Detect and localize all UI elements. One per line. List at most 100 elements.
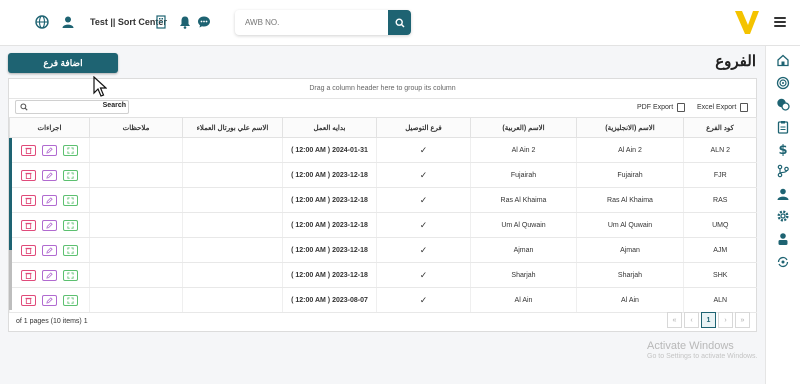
first-page-button[interactable]: « — [667, 312, 682, 328]
menu-toggle-button[interactable] — [774, 17, 786, 27]
col-header-name-ar[interactable]: الاسم (العربية) — [470, 117, 577, 138]
expand-icon — [67, 271, 74, 279]
view-button[interactable] — [63, 294, 78, 306]
edit-button[interactable] — [42, 194, 57, 206]
col-header-notes[interactable]: ملاحظات — [89, 117, 183, 138]
col-header-branch-code[interactable]: كود الفرع — [683, 117, 757, 138]
pager-info: of 1 pages (10 items) 1 — [16, 318, 88, 325]
grid-search-input[interactable] — [32, 101, 92, 113]
actions-cell — [9, 137, 90, 163]
pdf-export-button[interactable]: PDF Export — [637, 103, 686, 112]
table-row[interactable]: ( 12:00 AM ) 2023-12-18 ✓ Ajman Ajman AJM — [9, 237, 757, 263]
pencil-icon — [46, 246, 53, 254]
edit-button[interactable] — [42, 294, 57, 306]
delete-button[interactable] — [21, 169, 36, 181]
trash-icon — [25, 247, 32, 254]
delete-button[interactable] — [21, 194, 36, 206]
user-icon[interactable] — [61, 15, 75, 29]
view-button[interactable] — [63, 219, 78, 231]
table-row[interactable]: ( 12:00 AM ) 2023-12-18 ✓ Sharjah Sharjah SH… — [9, 262, 757, 288]
portal-name-cell — [182, 162, 283, 188]
users-icon[interactable] — [776, 187, 790, 201]
grid-search-button[interactable]: Search — [103, 102, 126, 109]
name-en-cell: Ras Al Khaima — [576, 187, 684, 213]
grid-scrollbar[interactable] — [9, 138, 12, 250]
branches-table: اجراءات ملاحظات الاسم علي بورتال العملاء… — [9, 117, 757, 313]
table-row[interactable]: ( 12:00 AM ) 2023-12-18 ✓ Um Al Quwain Um A… — [9, 212, 757, 238]
col-header-actions[interactable]: اجراءات — [9, 117, 90, 138]
view-button[interactable] — [63, 144, 78, 156]
delivery-cell: ✓ — [376, 187, 471, 213]
branch-icon[interactable] — [776, 164, 790, 178]
agent-icon[interactable] — [776, 232, 790, 246]
next-page-button[interactable]: › — [718, 312, 733, 328]
clipboard-icon[interactable] — [776, 120, 790, 134]
chat-icon[interactable] — [197, 15, 211, 29]
add-branch-button[interactable]: اضافة فرع — [8, 53, 118, 73]
bell-icon[interactable] — [178, 15, 192, 29]
col-header-delivery-branch[interactable]: فرع التوصيل — [376, 117, 471, 138]
grid-toolbar: Search PDF Export Excel Export — [9, 99, 756, 117]
excel-export-button[interactable]: Excel Export — [697, 103, 749, 112]
table-row[interactable]: ( 12:00 AM ) 2024-01-31 ✓ Al Ain 2 Al Ain 2… — [9, 137, 757, 163]
edit-button[interactable] — [42, 144, 57, 156]
name-ar-cell: Fujairah — [470, 162, 577, 188]
delete-button[interactable] — [21, 294, 36, 306]
col-header-portal-name[interactable]: الاسم علي بورتال العملاء — [182, 117, 283, 138]
name-ar-cell: Sharjah — [470, 262, 577, 288]
dollar-icon[interactable]: $ — [776, 142, 790, 156]
expand-icon — [67, 196, 74, 204]
view-button[interactable] — [63, 269, 78, 281]
table-row[interactable]: ( 12:00 AM ) 2023-12-18 ✓ Fujairah Fujairah… — [9, 162, 757, 188]
edit-button[interactable] — [42, 244, 57, 256]
view-button[interactable] — [63, 169, 78, 181]
pencil-icon — [46, 271, 53, 279]
delete-button[interactable] — [21, 144, 36, 156]
activation-watermark-title: Activate Windows — [647, 340, 734, 352]
brand-logo — [735, 11, 759, 34]
group-panel[interactable]: Drag a column header here to group its c… — [9, 79, 756, 99]
view-button[interactable] — [63, 244, 78, 256]
col-header-name-en[interactable]: الاسم (الانجليزية) — [576, 117, 684, 138]
notes-cell — [89, 162, 183, 188]
last-page-button[interactable]: » — [735, 312, 750, 328]
page-number-button[interactable]: 1 — [701, 312, 716, 328]
table-header-row: اجراءات ملاحظات الاسم علي بورتال العملاء… — [9, 117, 757, 138]
table-row[interactable]: ( 12:00 AM ) 2023-08-07 ✓ Al Ain Al Ain ALN — [9, 287, 757, 313]
delivery-cell: ✓ — [376, 162, 471, 188]
delete-button[interactable] — [21, 269, 36, 281]
pencil-icon — [46, 296, 53, 304]
delete-button[interactable] — [21, 219, 36, 231]
table-row[interactable]: ( 12:00 AM ) 2023-12-18 ✓ Ras Al Khaima Ras… — [9, 187, 757, 213]
expand-icon — [67, 171, 74, 179]
expand-icon — [67, 296, 74, 304]
globe-icon[interactable] — [35, 15, 49, 29]
awb-search-button[interactable] — [388, 10, 411, 35]
branches-grid: Drag a column header here to group its c… — [8, 78, 757, 332]
home-icon[interactable] — [776, 53, 790, 67]
coins-icon[interactable] — [776, 97, 790, 111]
portal-name-cell — [182, 137, 283, 163]
edit-button[interactable] — [42, 219, 57, 231]
trash-icon — [25, 272, 32, 279]
notes-cell — [89, 237, 183, 263]
delivery-cell: ✓ — [376, 262, 471, 288]
name-ar-cell: Ajman — [470, 237, 577, 263]
sync-settings-icon[interactable] — [776, 255, 790, 269]
name-ar-cell: Um Al Quwain — [470, 212, 577, 238]
edit-button[interactable] — [42, 169, 57, 181]
col-header-start-date[interactable]: بدايه العمل — [282, 117, 377, 138]
awb-search-input[interactable] — [235, 10, 387, 35]
view-button[interactable] — [63, 194, 78, 206]
start-date-cell: ( 12:00 AM ) 2023-12-18 — [282, 187, 377, 213]
notes-cell — [89, 187, 183, 213]
pager: « ‹ 1 › » — [667, 312, 750, 328]
notes-cell — [89, 137, 183, 163]
gear-icon[interactable] — [776, 209, 790, 223]
prev-page-button[interactable]: ‹ — [684, 312, 699, 328]
target-icon[interactable] — [776, 76, 790, 90]
edit-button[interactable] — [42, 269, 57, 281]
delete-button[interactable] — [21, 244, 36, 256]
delivery-cell: ✓ — [376, 137, 471, 163]
name-ar-cell: Ras Al Khaima — [470, 187, 577, 213]
